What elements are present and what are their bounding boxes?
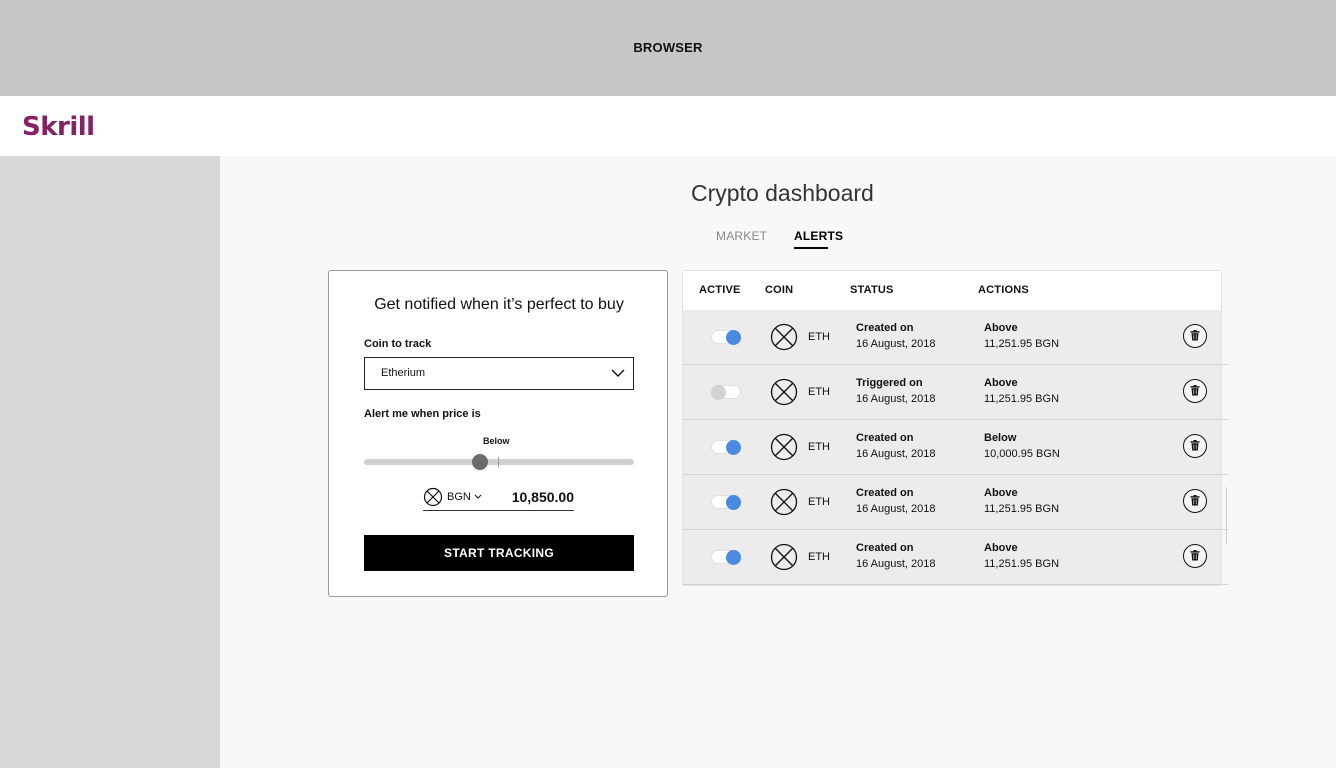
alert-value: 11,251.95 BGN bbox=[984, 338, 1060, 350]
table-scrollbar[interactable] bbox=[1226, 487, 1227, 544]
status-date: 16 August, 2018 bbox=[856, 338, 936, 350]
coin-to-track-label: Coin to track bbox=[364, 338, 432, 350]
toggle-knob bbox=[726, 330, 741, 345]
chevron-down-icon bbox=[611, 369, 625, 377]
alert-value: 11,251.95 BGN bbox=[984, 393, 1060, 405]
col-actions: ACTIONS bbox=[978, 284, 1029, 296]
table-row: ETH Triggered on 16 August, 2018 Above 11,25… bbox=[683, 365, 1228, 420]
crossed-circle-icon bbox=[770, 488, 798, 516]
table-row: ETH Created on 16 August, 2018 Below 10,000.… bbox=[683, 420, 1228, 475]
alerts-table-header: ACTIVE COIN STATUS ACTIONS bbox=[682, 270, 1222, 310]
status-title: Created on bbox=[856, 487, 914, 499]
form-title: Get notified when it’s perfect to buy bbox=[374, 296, 624, 313]
top-header: Skrill bbox=[0, 96, 1336, 156]
delete-button[interactable] bbox=[1183, 379, 1207, 403]
status-title: Triggered on bbox=[856, 377, 923, 389]
delete-button[interactable] bbox=[1183, 434, 1207, 458]
start-tracking-button[interactable]: START TRACKING bbox=[364, 535, 634, 571]
alert-value: 11,251.95 BGN bbox=[984, 558, 1060, 570]
status-title: Created on bbox=[856, 322, 914, 334]
toggle-knob bbox=[726, 550, 741, 565]
tab-market[interactable]: MARKET bbox=[716, 229, 767, 243]
status-date: 16 August, 2018 bbox=[856, 448, 936, 460]
coin-symbol: ETH bbox=[808, 496, 830, 508]
sidebar bbox=[0, 156, 220, 768]
status-date: 16 August, 2018 bbox=[856, 558, 936, 570]
alert-value: 11,251.95 BGN bbox=[984, 503, 1060, 515]
coin-symbol: ETH bbox=[808, 441, 830, 453]
delete-button[interactable] bbox=[1183, 489, 1207, 513]
alert-direction: Above bbox=[984, 377, 1018, 389]
slider-direction-label: Below bbox=[483, 436, 510, 446]
trash-icon bbox=[1190, 495, 1200, 506]
status-title: Created on bbox=[856, 542, 914, 554]
active-toggle[interactable] bbox=[711, 385, 741, 400]
crossed-circle-icon bbox=[770, 543, 798, 571]
status-date: 16 August, 2018 bbox=[856, 393, 936, 405]
alert-form-card: Get notified when it’s perfect to buy Co… bbox=[328, 270, 668, 597]
toggle-knob bbox=[711, 385, 726, 400]
active-toggle[interactable] bbox=[711, 440, 741, 455]
col-coin: COIN bbox=[765, 284, 794, 296]
tab-alerts[interactable]: ALERTS bbox=[794, 229, 843, 243]
status-title: Created on bbox=[856, 432, 914, 444]
active-toggle[interactable] bbox=[711, 550, 741, 565]
chevron-down-icon[interactable] bbox=[474, 494, 482, 500]
coin-select[interactable]: Etherium bbox=[364, 357, 634, 390]
amount-field[interactable]: BGN 10,850.00 bbox=[423, 485, 574, 511]
slider-tick bbox=[498, 457, 499, 467]
delete-button[interactable] bbox=[1183, 544, 1207, 568]
trash-icon bbox=[1190, 385, 1200, 396]
active-toggle[interactable] bbox=[711, 330, 741, 345]
col-status: STATUS bbox=[850, 284, 894, 296]
alert-direction: Below bbox=[984, 432, 1017, 444]
toggle-knob bbox=[726, 440, 741, 455]
trash-icon bbox=[1190, 440, 1200, 451]
amount-value[interactable]: 10,850.00 bbox=[512, 489, 574, 505]
browser-bar: BROWSER bbox=[0, 0, 1336, 96]
table-row: ETH Created on 16 August, 2018 Above 11,251.… bbox=[683, 475, 1228, 530]
page-title: Crypto dashboard bbox=[691, 180, 874, 206]
toggle-knob bbox=[726, 495, 741, 510]
coin-select-value: Etherium bbox=[381, 367, 426, 379]
skrill-logo[interactable]: Skrill bbox=[22, 112, 95, 142]
alerts-table-body: ETH Created on 16 August, 2018 Above 11,251.… bbox=[682, 310, 1228, 586]
coin-symbol: ETH bbox=[808, 331, 830, 343]
status-date: 16 August, 2018 bbox=[856, 503, 936, 515]
crossed-circle-icon bbox=[770, 323, 798, 351]
active-tab-indicator bbox=[794, 247, 828, 249]
table-row: ETH Created on 16 August, 2018 Above 11,251.… bbox=[683, 530, 1228, 585]
table-row: ETH Created on 16 August, 2018 Above 11,251.… bbox=[683, 310, 1228, 365]
price-slider-thumb[interactable] bbox=[472, 454, 489, 470]
active-toggle[interactable] bbox=[711, 495, 741, 510]
col-active: ACTIVE bbox=[699, 284, 741, 296]
alert-direction: Above bbox=[984, 542, 1018, 554]
trash-icon bbox=[1190, 330, 1200, 341]
alert-price-label: Alert me when price is bbox=[364, 408, 481, 420]
coin-symbol: ETH bbox=[808, 551, 830, 563]
crossed-circle-icon bbox=[770, 378, 798, 406]
browser-title: BROWSER bbox=[633, 39, 703, 55]
alert-direction: Above bbox=[984, 487, 1018, 499]
crossed-circle-icon bbox=[770, 433, 798, 461]
delete-button[interactable] bbox=[1183, 324, 1207, 348]
trash-icon bbox=[1190, 550, 1200, 561]
currency-select[interactable]: BGN bbox=[447, 491, 471, 503]
price-slider-track[interactable] bbox=[364, 459, 634, 465]
coin-symbol: ETH bbox=[808, 386, 830, 398]
alert-direction: Above bbox=[984, 322, 1018, 334]
crossed-circle-icon bbox=[423, 487, 443, 507]
alert-value: 10,000.95 BGN bbox=[984, 448, 1060, 460]
